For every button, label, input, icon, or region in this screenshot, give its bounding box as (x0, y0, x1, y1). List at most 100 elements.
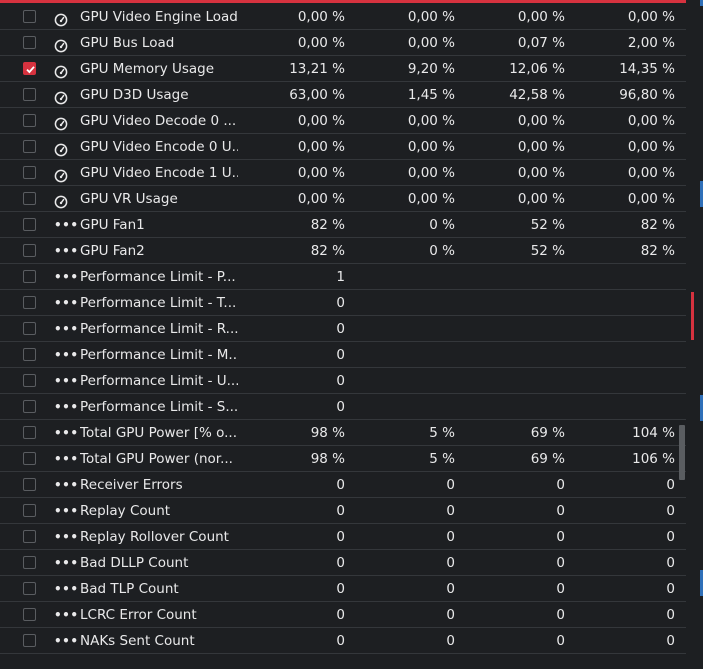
row-checkbox[interactable] (23, 452, 36, 465)
row-checkbox[interactable] (23, 322, 36, 335)
sensor-name: Performance Limit - T... (80, 295, 237, 311)
value-current: 0 (336, 399, 345, 415)
scrollbar-thumb[interactable] (679, 425, 685, 480)
more-icon: ••• (54, 374, 79, 388)
scroll-marker-selected (691, 292, 694, 340)
row-checkbox[interactable] (23, 608, 36, 621)
value-current: 0 (336, 607, 345, 623)
value-current: 63,00 % (289, 87, 345, 103)
sensor-row[interactable]: GPU D3D Usage 63,00 % 1,45 % 42,58 % 96,80 % (0, 82, 686, 108)
sensor-name: GPU Video Engine Load (80, 9, 238, 25)
value-current: 0,00 % (297, 165, 345, 181)
row-checkbox[interactable] (23, 218, 36, 231)
value-current: 0 (336, 347, 345, 363)
value-current: 98 % (310, 451, 345, 467)
scrollbar[interactable] (679, 0, 703, 669)
value-min: 0,00 % (407, 35, 455, 51)
row-checkbox[interactable] (23, 504, 36, 517)
sensor-name: LCRC Error Count (80, 607, 197, 623)
value-min: 0 (446, 633, 455, 649)
row-checkbox-checked[interactable] (23, 62, 36, 75)
more-icon: ••• (54, 478, 79, 492)
sensor-table: GPU Video Engine Load 0,00 % 0,00 % 0,00 % 0… (0, 4, 686, 654)
gauge-icon (54, 166, 68, 183)
row-checkbox[interactable] (23, 530, 36, 543)
row-checkbox[interactable] (23, 400, 36, 413)
value-max: 0,00 % (627, 9, 675, 25)
sensor-list-window: GPU Video Engine Load 0,00 % 0,00 % 0,00 % 0… (0, 0, 703, 669)
sensor-row[interactable]: ••• LCRC Error Count 0 0 0 0 (0, 602, 686, 628)
sensor-row[interactable]: ••• GPU Fan2 82 % 0 % 52 % 82 % (0, 238, 686, 264)
sensor-row[interactable]: ••• Performance Limit - P... 1 (0, 264, 686, 290)
more-icon: ••• (54, 296, 79, 310)
sensor-row[interactable]: GPU Video Encode 1 U... 0,00 % 0,00 % 0,00 … (0, 160, 686, 186)
value-max: 0 (666, 503, 675, 519)
more-icon: ••• (54, 608, 79, 622)
row-checkbox[interactable] (23, 270, 36, 283)
row-checkbox[interactable] (23, 10, 36, 23)
value-min: 0,00 % (407, 113, 455, 129)
sensor-row[interactable]: GPU Video Engine Load 0,00 % 0,00 % 0,00 % 0… (0, 4, 686, 30)
value-max: 104 % (632, 425, 675, 441)
value-max: 0 (666, 555, 675, 571)
sensor-row[interactable]: ••• Receiver Errors 0 0 0 0 (0, 472, 686, 498)
sensor-row[interactable]: ••• Total GPU Power [% o... 98 % 5 % 69 % 104… (0, 420, 686, 446)
sensor-row[interactable]: ••• Bad TLP Count 0 0 0 0 (0, 576, 686, 602)
row-checkbox[interactable] (23, 478, 36, 491)
row-checkbox[interactable] (23, 114, 36, 127)
partial-next-row (0, 662, 686, 669)
row-checkbox[interactable] (23, 166, 36, 179)
row-checkbox[interactable] (23, 192, 36, 205)
value-max: 0 (666, 581, 675, 597)
value-min: 0,00 % (407, 165, 455, 181)
row-checkbox[interactable] (23, 296, 36, 309)
row-checkbox[interactable] (23, 634, 36, 647)
row-checkbox[interactable] (23, 582, 36, 595)
row-checkbox[interactable] (23, 36, 36, 49)
value-avg: 0,00 % (517, 165, 565, 181)
sensor-row[interactable]: ••• Performance Limit - T... 0 (0, 290, 686, 316)
sensor-row[interactable]: ••• Performance Limit - M... 0 (0, 342, 686, 368)
more-icon: ••• (54, 530, 79, 544)
sensor-row[interactable]: ••• Performance Limit - U... 0 (0, 368, 686, 394)
sensor-name: Performance Limit - P... (80, 269, 236, 285)
sensor-row[interactable]: ••• Performance Limit - R... 0 (0, 316, 686, 342)
gauge-icon (54, 192, 68, 209)
row-checkbox[interactable] (23, 348, 36, 361)
row-checkbox[interactable] (23, 374, 36, 387)
value-max: 0 (666, 607, 675, 623)
sensor-row[interactable]: ••• NAKs Sent Count 0 0 0 0 (0, 628, 686, 654)
sensor-row[interactable]: ••• Replay Rollover Count 0 0 0 0 (0, 524, 686, 550)
value-min: 0 (446, 477, 455, 493)
value-min: 1,45 % (407, 87, 455, 103)
sensor-row[interactable]: ••• Performance Limit - S... 0 (0, 394, 686, 420)
sensor-name: GPU Video Decode 0 ... (80, 113, 237, 129)
sensor-row[interactable]: ••• GPU Fan1 82 % 0 % 52 % 82 % (0, 212, 686, 238)
row-checkbox[interactable] (23, 244, 36, 257)
sensor-row[interactable]: GPU Video Decode 0 ... 0,00 % 0,00 % 0,00 %… (0, 108, 686, 134)
more-icon: ••• (54, 270, 79, 284)
value-current: 0 (336, 529, 345, 545)
value-min: 0 % (429, 243, 455, 259)
row-checkbox[interactable] (23, 140, 36, 153)
sensor-row[interactable]: GPU Bus Load 0,00 % 0,00 % 0,07 % 2,00 % (0, 30, 686, 56)
sensor-row[interactable]: GPU Video Encode 0 U... 0,00 % 0,00 % 0,00 … (0, 134, 686, 160)
value-avg: 0,00 % (517, 139, 565, 155)
sensor-row[interactable]: ••• Total GPU Power (nor... 98 % 5 % 69 % 106… (0, 446, 686, 472)
value-current: 0,00 % (297, 139, 345, 155)
value-max: 0 (666, 477, 675, 493)
sensor-row[interactable]: GPU Memory Usage 13,21 % 9,20 % 12,06 % 14,3… (0, 56, 686, 82)
sensor-row[interactable]: ••• Replay Count 0 0 0 0 (0, 498, 686, 524)
value-avg: 0,07 % (517, 35, 565, 51)
gauge-icon (54, 10, 68, 27)
row-checkbox[interactable] (23, 88, 36, 101)
sensor-name: Replay Rollover Count (80, 529, 229, 545)
sensor-row[interactable]: GPU VR Usage 0,00 % 0,00 % 0,00 % 0,00 % (0, 186, 686, 212)
row-checkbox[interactable] (23, 556, 36, 569)
sensor-row[interactable]: ••• Bad DLLP Count 0 0 0 0 (0, 550, 686, 576)
sensor-name: GPU VR Usage (80, 191, 178, 207)
row-checkbox[interactable] (23, 426, 36, 439)
value-max: 2,00 % (627, 35, 675, 51)
value-current: 98 % (310, 425, 345, 441)
more-icon: ••• (54, 504, 79, 518)
